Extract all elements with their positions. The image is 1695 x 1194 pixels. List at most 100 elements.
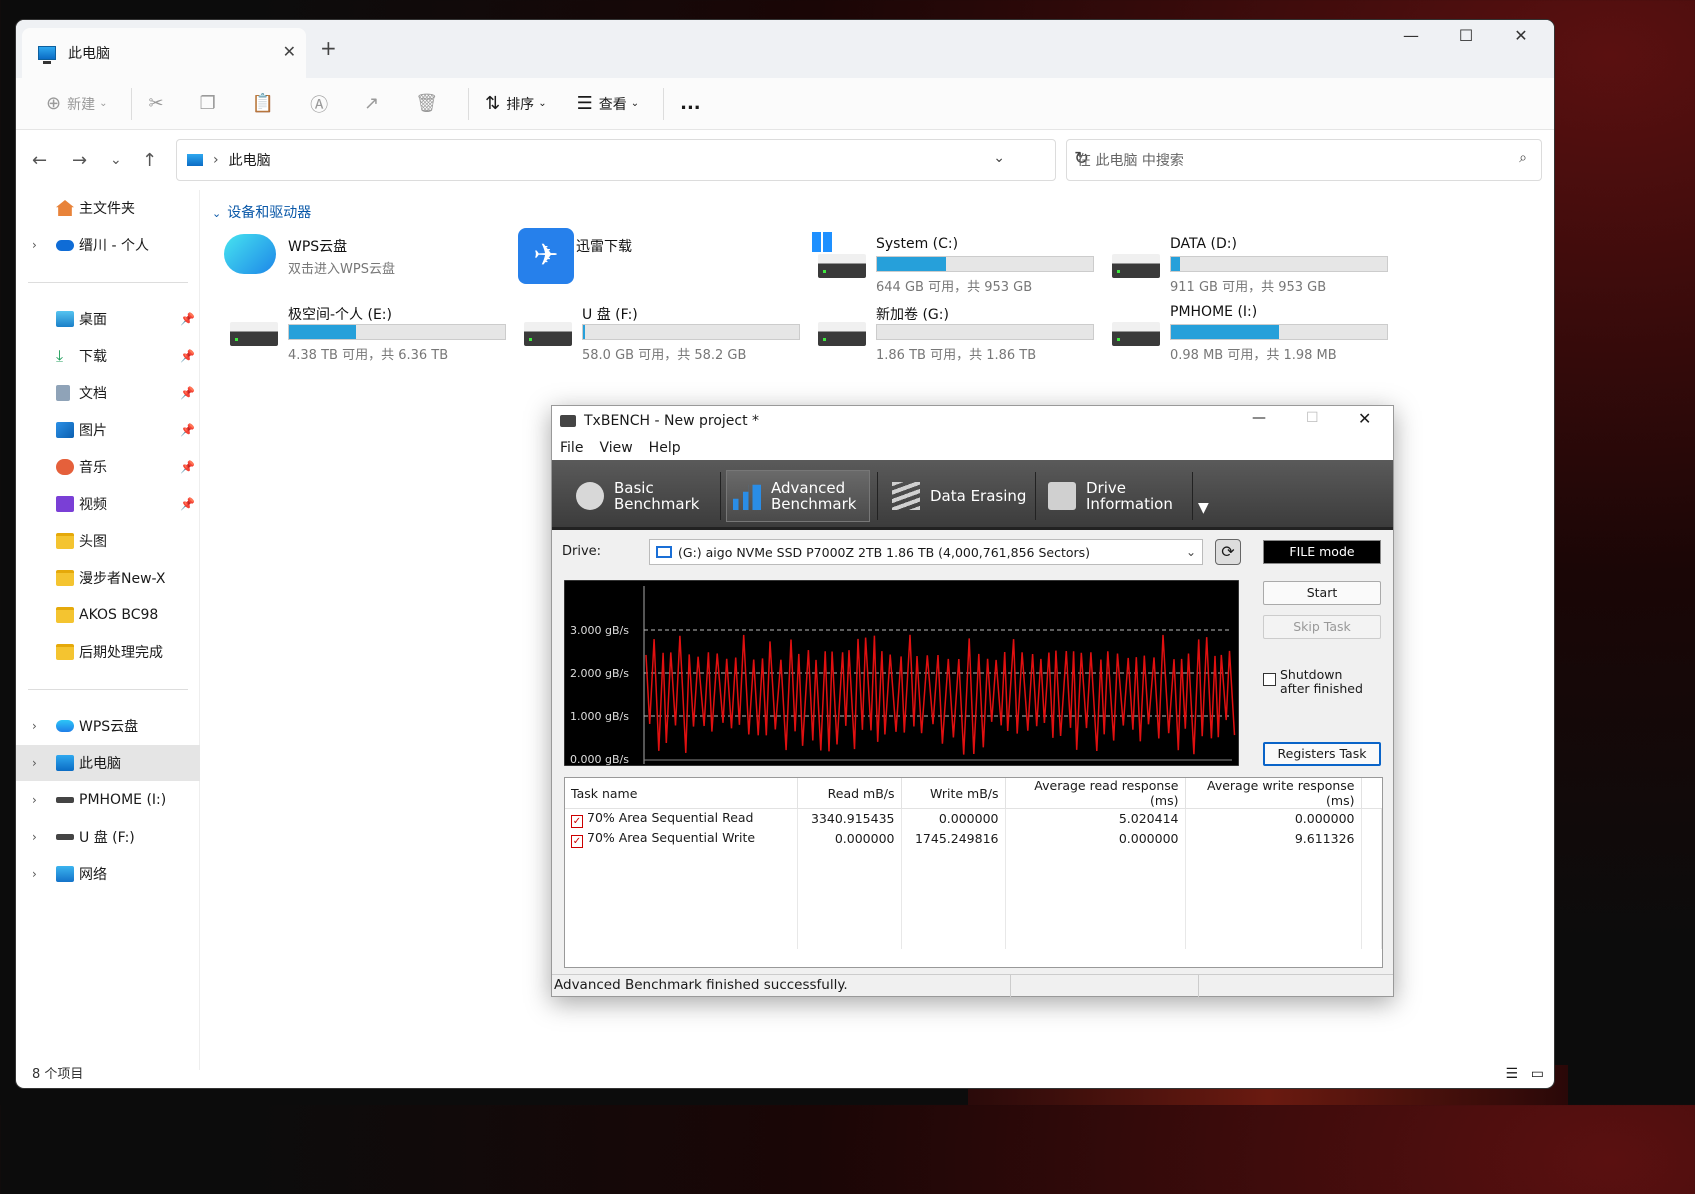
new-button[interactable]: ⊕ 新建 ⌄ <box>38 87 115 121</box>
forward-button[interactable]: → <box>72 150 87 171</box>
device-drive-i[interactable]: PMHOME (I:) 0.98 MB 可用，共 1.98 MB <box>1102 296 1392 363</box>
close-tab-icon[interactable]: ✕ <box>283 42 296 61</box>
tiles-view-icon[interactable]: ▭ <box>1531 1066 1544 1082</box>
plus-circle-icon: ⊕ <box>46 93 62 114</box>
sidebar-item-folder[interactable]: AKOS BC98 <box>16 597 200 633</box>
sidebar-item-wps-cloud[interactable]: › WPS云盘 <box>16 708 200 744</box>
device-drive-c[interactable]: System (C:) 644 GB 可用，共 953 GB <box>808 228 1098 295</box>
cut-button[interactable]: ✂ <box>140 87 177 121</box>
task-checkbox-icon[interactable]: ✓ <box>571 814 583 828</box>
pin-icon[interactable]: 📌 <box>180 423 195 437</box>
sidebar-item-videos[interactable]: 视频 📌 <box>16 486 200 522</box>
device-caption: 644 GB 可用，共 953 GB <box>876 280 1033 295</box>
maximize-button[interactable]: ☐ <box>1306 410 1319 426</box>
shutdown-checkbox[interactable] <box>1263 673 1276 686</box>
sidebar-item-onedrive[interactable]: › 缙川 - 个人 <box>16 227 200 263</box>
sidebar-item-pmhome[interactable]: › PMHOME (I:) <box>16 782 200 818</box>
chevron-down-icon[interactable]: ⌄ <box>993 150 1005 166</box>
tab-drive-information[interactable]: Drive Information <box>1048 470 1173 522</box>
sidebar-item-this-pc[interactable]: › 此电脑 <box>16 745 200 781</box>
sidebar-item-home[interactable]: 主文件夹 <box>16 190 200 226</box>
pin-icon[interactable]: 📌 <box>180 386 195 400</box>
more-options-button[interactable]: ... <box>672 87 709 121</box>
expand-chevron-icon[interactable]: › <box>32 830 37 844</box>
device-drive-e[interactable]: 极空间-个人 (E:) 4.38 TB 可用，共 6.36 TB <box>220 296 510 363</box>
sidebar-item-network[interactable]: › 网络 <box>16 856 200 892</box>
device-drive-d[interactable]: DATA (D:) 911 GB 可用，共 953 GB <box>1102 228 1392 295</box>
drive-icon <box>1112 322 1160 346</box>
expand-chevron-icon[interactable]: › <box>32 719 37 733</box>
menu-view[interactable]: View <box>591 440 640 456</box>
details-view-icon[interactable]: ☰ <box>1505 1066 1518 1082</box>
search-input[interactable]: 在 此电脑 中搜索 ⌕ <box>1066 139 1542 181</box>
clipboard-icon: 📋 <box>251 93 275 114</box>
sort-button[interactable]: ⇅ 排序 ⌄ <box>477 87 554 121</box>
column-header[interactable]: Average write response (ms) <box>1185 778 1362 809</box>
file-mode-button[interactable]: FILE mode <box>1263 540 1381 564</box>
column-header[interactable]: Read mB/s <box>797 778 902 809</box>
drive-icon <box>56 834 74 840</box>
device-xunlei[interactable]: ✈ 迅雷下载 <box>514 228 804 288</box>
view-button[interactable]: ☰ 查看 ⌄ <box>569 87 648 121</box>
table-row[interactable]: ✓ 70% Area Sequential Write 0.000000 1745… <box>565 828 1382 849</box>
delete-button[interactable]: 🗑 <box>407 87 452 121</box>
menu-file[interactable]: File <box>552 440 591 456</box>
tab-basic-benchmark[interactable]: Basic Benchmark <box>576 470 699 522</box>
registers-task-button[interactable]: Registers Task <box>1263 742 1381 766</box>
column-header[interactable]: Average read response (ms) <box>1005 778 1186 809</box>
more-tabs-arrow-icon[interactable]: ▼ <box>1198 500 1209 516</box>
paste-button[interactable]: 📋 <box>244 87 288 121</box>
pin-icon[interactable]: 📌 <box>180 312 195 326</box>
sidebar-item-downloads[interactable]: ⤓ 下载 📌 <box>16 338 200 374</box>
expand-chevron-icon[interactable]: › <box>32 867 37 881</box>
skip-task-button[interactable]: Skip Task <box>1263 615 1381 639</box>
menu-help[interactable]: Help <box>641 440 689 456</box>
close-window-button[interactable]: ✕ <box>1501 26 1541 45</box>
sidebar-item-folder[interactable]: 后期处理完成 <box>16 634 200 670</box>
up-button[interactable]: ↑ <box>142 150 157 171</box>
rename-button[interactable]: Ⓐ <box>302 87 342 121</box>
device-wps-cloud[interactable]: WPS云盘 双击进入WPS云盘 <box>220 228 510 288</box>
device-drive-f[interactable]: U 盘 (F:) 58.0 GB 可用，共 58.2 GB <box>514 296 804 363</box>
new-tab-button[interactable]: + <box>320 36 337 60</box>
task-checkbox-icon[interactable]: ✓ <box>571 834 583 848</box>
close-window-button[interactable]: ✕ <box>1358 409 1371 428</box>
drive-select[interactable]: (G:) aigo NVMe SSD P7000Z 2TB 1.86 TB (4… <box>649 539 1203 565</box>
tab-this-pc[interactable]: 此电脑 ✕ <box>22 28 306 78</box>
back-button[interactable]: ← <box>32 150 47 171</box>
recent-locations-button[interactable]: ⌄ <box>110 152 122 168</box>
share-button[interactable]: ↗ <box>356 87 393 121</box>
expand-chevron-icon[interactable]: › <box>32 793 37 807</box>
minimize-button[interactable]: — <box>1391 26 1431 45</box>
group-header[interactable]: ⌄ 设备和驱动器 <box>212 202 311 222</box>
column-header[interactable]: Task name <box>565 778 798 809</box>
txbench-window: TxBENCH - New project * — ☐ ✕ File View … <box>551 405 1394 997</box>
sidebar-item-pictures[interactable]: 图片 📌 <box>16 412 200 448</box>
drive-icon <box>56 797 74 803</box>
start-button[interactable]: Start <box>1263 581 1381 605</box>
sidebar-item-folder[interactable]: 漫步者New-X <box>16 560 200 596</box>
maximize-button[interactable]: ☐ <box>1446 26 1486 45</box>
tab-data-erasing[interactable]: Data Erasing <box>892 470 1026 522</box>
expand-chevron-icon[interactable]: › <box>32 238 37 252</box>
refresh-drive-button[interactable]: ⟳ <box>1215 539 1241 565</box>
sidebar-item-documents[interactable]: 文档 📌 <box>16 375 200 411</box>
column-header[interactable]: Write mB/s <box>901 778 1006 809</box>
copy-button[interactable]: ❐ <box>192 87 230 121</box>
expand-chevron-icon[interactable]: › <box>32 756 37 770</box>
folder-icon <box>56 644 74 660</box>
minimize-button[interactable]: — <box>1252 410 1266 426</box>
device-drive-g[interactable]: 新加卷 (G:) 1.86 TB 可用，共 1.86 TB <box>808 296 1098 363</box>
computer-icon <box>187 154 203 166</box>
table-row[interactable]: ✓ 70% Area Sequential Read 3340.915435 0.… <box>565 808 1382 829</box>
pin-icon[interactable]: 📌 <box>180 497 195 511</box>
pin-icon[interactable]: 📌 <box>180 349 195 363</box>
address-bar[interactable]: › 此电脑 ⌄ ↻ <box>176 139 1089 181</box>
sidebar-item-desktop[interactable]: 桌面 📌 <box>16 301 200 337</box>
sidebar-item-folder[interactable]: 头图 <box>16 523 200 559</box>
sidebar-item-music[interactable]: 音乐 📌 <box>16 449 200 485</box>
menu-bar: File View Help <box>552 436 1393 460</box>
tab-advanced-benchmark[interactable]: Advanced Benchmark <box>726 470 870 522</box>
sidebar-item-usb-drive[interactable]: › U 盘 (F:) <box>16 819 200 855</box>
pin-icon[interactable]: 📌 <box>180 460 195 474</box>
